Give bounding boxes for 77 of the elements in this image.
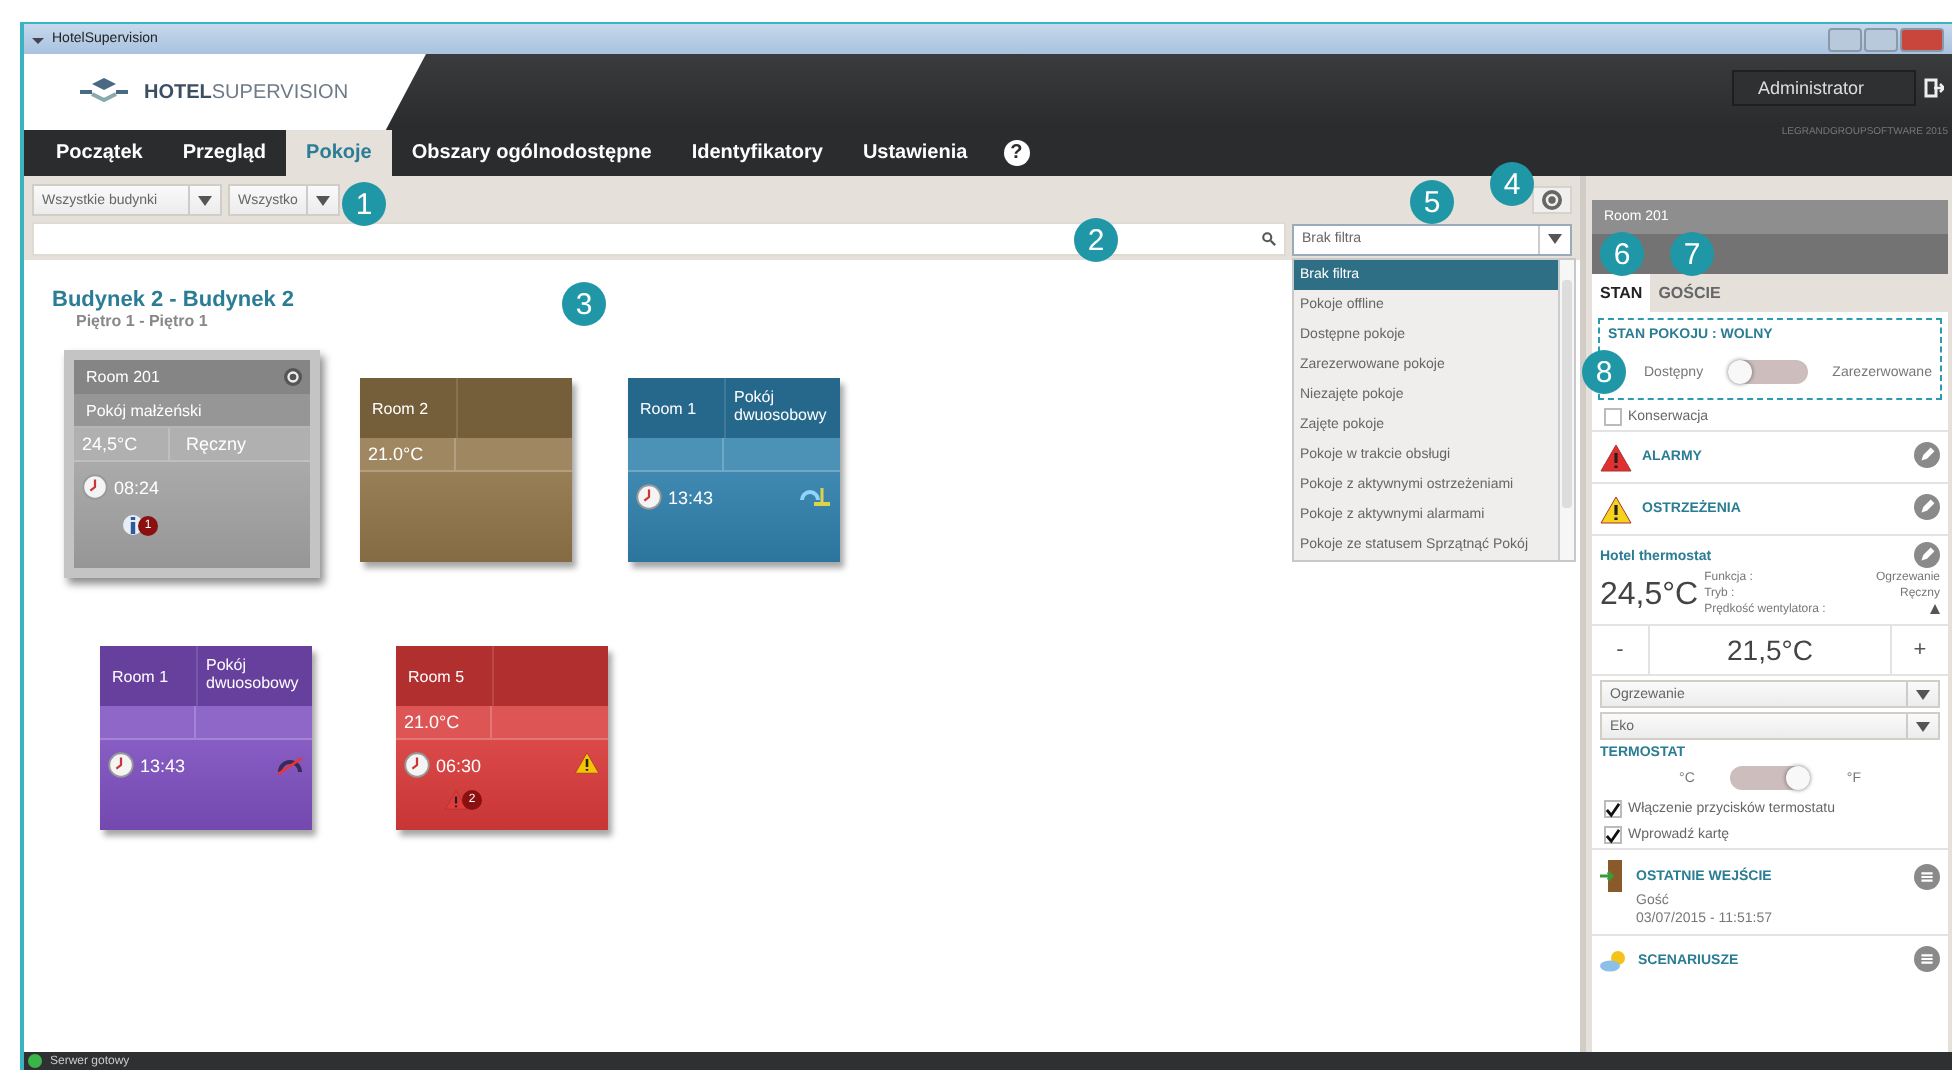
current-temperature: 24,5°C bbox=[1600, 577, 1699, 613]
search-icon bbox=[1262, 232, 1276, 246]
room-time: 08:24 bbox=[114, 477, 160, 497]
room-name: Room 1 bbox=[640, 399, 697, 417]
clock-icon bbox=[82, 474, 108, 500]
building-title: Budynek 2 - Budynek 2 bbox=[52, 288, 295, 312]
minimize-button[interactable] bbox=[1828, 27, 1862, 51]
door-icon bbox=[1600, 858, 1624, 894]
refresh-icon[interactable] bbox=[284, 368, 302, 386]
caret-icon bbox=[1916, 689, 1930, 699]
app-icon bbox=[32, 34, 44, 44]
panel-tab[interactable]: STAN bbox=[1592, 274, 1651, 312]
room-type: Pokój małżeński bbox=[86, 401, 202, 419]
maximize-button[interactable] bbox=[1864, 27, 1898, 51]
cleaning-cart-icon bbox=[800, 486, 832, 508]
nav-tab[interactable]: Początek bbox=[36, 130, 163, 176]
room-name: Room 1 bbox=[112, 667, 169, 685]
checkbox[interactable] bbox=[1604, 800, 1622, 818]
room-name: Room 5 bbox=[408, 667, 465, 685]
room-temperature: 24,5°C bbox=[82, 434, 138, 454]
room-time: 06:30 bbox=[436, 755, 482, 775]
room-temperature: 21.0°C bbox=[404, 712, 460, 732]
nav-tab[interactable]: Pokoje bbox=[286, 130, 392, 176]
menu-icon[interactable] bbox=[1914, 864, 1940, 890]
status-dot-icon bbox=[28, 1054, 42, 1068]
room-type: Pokój dwuosobowy bbox=[206, 658, 301, 694]
nav-tab[interactable]: Przegląd bbox=[162, 130, 287, 176]
refresh-button[interactable] bbox=[1532, 186, 1572, 214]
room-time: 13:43 bbox=[140, 755, 186, 775]
clock-icon bbox=[636, 484, 662, 510]
decrease-button[interactable]: - bbox=[1592, 626, 1648, 674]
pencil-icon[interactable] bbox=[1914, 542, 1940, 568]
nav-tab[interactable]: Ustawienia bbox=[842, 130, 988, 176]
sun-cloud-icon bbox=[1600, 950, 1628, 972]
warning-icon bbox=[1600, 443, 1632, 471]
room-name: Room 2 bbox=[372, 399, 429, 417]
callout-number: 3 bbox=[562, 282, 606, 326]
menu-icon[interactable] bbox=[1914, 946, 1940, 972]
scrollbar[interactable] bbox=[1558, 259, 1574, 559]
caret-icon bbox=[1548, 234, 1562, 244]
caret-icon bbox=[315, 195, 330, 205]
caret-icon bbox=[198, 195, 212, 205]
caret-icon bbox=[1916, 721, 1930, 731]
checkbox[interactable] bbox=[1604, 826, 1622, 844]
pencil-icon[interactable] bbox=[1914, 442, 1940, 468]
room-tile[interactable]: Room 1 Pokój dwuosobowy 13:43 bbox=[100, 646, 312, 830]
nav-tab[interactable]: Obszary ogólnodostępne bbox=[391, 130, 672, 176]
room-tile[interactable]: Room 1 Pokój dwuosobowy 13:43 bbox=[628, 378, 840, 562]
clock-icon bbox=[404, 752, 430, 778]
warning-icon bbox=[574, 752, 600, 774]
search-field[interactable] bbox=[32, 222, 1286, 256]
checkbox[interactable] bbox=[1604, 408, 1622, 426]
app-logo: HOTELSUPERVISION bbox=[144, 81, 349, 103]
logo-icon bbox=[76, 76, 132, 108]
room-mode: Ręczny bbox=[184, 434, 247, 454]
room-tile[interactable]: Room 2 21.0°C bbox=[360, 378, 572, 562]
toggle-switch[interactable] bbox=[1730, 766, 1811, 790]
room-temperature: 21.0°C bbox=[368, 444, 424, 464]
room-type: Pokój dwuosobowy bbox=[734, 390, 829, 426]
floor-title: Piętro 1 - Piętro 1 bbox=[76, 312, 208, 330]
room-name: Room 201 bbox=[86, 368, 160, 386]
toggle-switch[interactable] bbox=[1727, 360, 1808, 384]
warning-icon bbox=[1600, 495, 1632, 523]
warning-icon bbox=[444, 790, 468, 810]
fan-speed-icon bbox=[1930, 604, 1940, 614]
pencil-icon[interactable] bbox=[1914, 494, 1940, 520]
nav-tab[interactable]: Identyfikatory bbox=[671, 130, 843, 176]
setpoint-value: 21,5°C bbox=[1648, 626, 1892, 674]
close-button[interactable] bbox=[1900, 27, 1944, 51]
help-button[interactable]: ? bbox=[1003, 140, 1030, 166]
logout-icon[interactable] bbox=[1924, 78, 1944, 98]
gauge-disabled-icon bbox=[276, 754, 304, 776]
clock-icon bbox=[108, 752, 134, 778]
user-button[interactable]: Administrator bbox=[1732, 70, 1916, 106]
panel-tab[interactable]: GOŚCIE bbox=[1650, 274, 1729, 312]
increase-button[interactable]: + bbox=[1892, 626, 1948, 674]
room-time: 13:43 bbox=[668, 487, 714, 507]
